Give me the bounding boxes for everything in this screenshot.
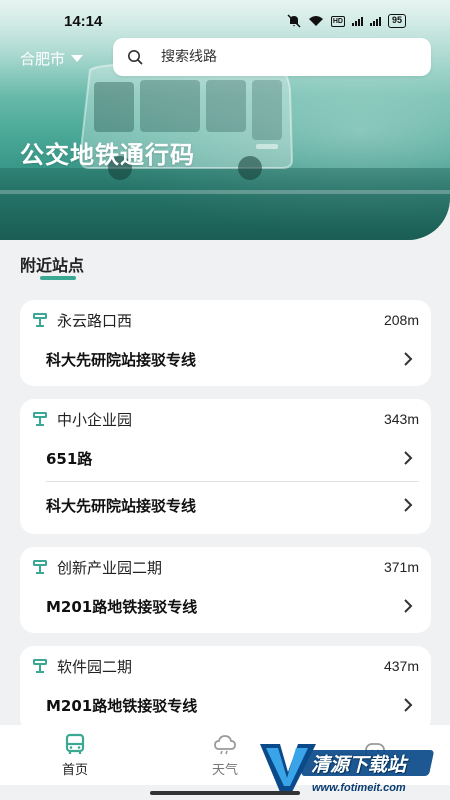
status-bar: 14:14 HD 95 <box>0 0 450 42</box>
station-name: 中小企业园 <box>57 410 133 429</box>
city-picker[interactable]: 合肥市 <box>20 48 84 69</box>
station-distance: 371m <box>383 559 419 575</box>
mute-bell-icon <box>287 14 301 28</box>
chevron-right-icon <box>404 698 413 712</box>
hd-badge: HD <box>330 15 345 27</box>
route-row[interactable]: M201路地铁接驳专线 <box>32 583 419 629</box>
route-row[interactable]: M201路地铁接驳专线 <box>32 682 419 728</box>
search-input[interactable] <box>161 49 391 65</box>
bus-stop-icon <box>33 560 47 574</box>
route-name: 科大先研院站接驳专线 <box>46 350 197 369</box>
nav-label-home: 首页 <box>61 762 88 778</box>
hero-road-line <box>0 190 450 194</box>
section-underline <box>40 276 76 280</box>
bus-stop-icon <box>33 659 47 673</box>
section-title: 附近站点 <box>20 256 85 275</box>
station-name: 软件园二期 <box>57 657 133 676</box>
chevron-right-icon <box>404 352 413 366</box>
station-header: 永云路口西 208m <box>32 300 419 340</box>
wifi-icon <box>308 16 323 26</box>
route-name: M201路地铁接驳专线 <box>46 597 198 616</box>
station-name: 创新产业园二期 <box>57 558 163 577</box>
page-title: 公交地铁通行码 <box>20 141 195 169</box>
nav-item-home[interactable]: 首页 <box>25 733 125 778</box>
bus-icon <box>65 733 85 754</box>
station-card: 软件园二期 437m M201路地铁接驳专线 <box>20 646 431 732</box>
chevron-right-icon <box>404 599 413 613</box>
route-name: M201路地铁接驳专线 <box>46 696 198 715</box>
route-row[interactable]: 科大先研院站接驳专线 <box>32 336 419 382</box>
home-indicator[interactable] <box>150 791 300 795</box>
station-distance: 208m <box>383 312 419 328</box>
signal-icon-1 <box>351 16 363 26</box>
bus-stop-icon <box>33 412 47 426</box>
status-time: 14:14 <box>64 12 103 30</box>
route-name: 科大先研院站接驳专线 <box>46 496 197 515</box>
search-icon <box>128 50 143 65</box>
station-list: 永云路口西 208m 科大先研院站接驳专线 中小企业园 343m 651路 科大… <box>20 300 431 745</box>
status-icons: HD 95 <box>287 14 406 28</box>
station-distance: 437m <box>383 658 419 674</box>
cloud-icon <box>214 734 236 754</box>
station-card: 创新产业园二期 371m M201路地铁接驳专线 <box>20 547 431 633</box>
route-row[interactable]: 科大先研院站接驳专线 <box>32 482 419 528</box>
nav-label-weather: 天气 <box>211 762 238 778</box>
station-card: 永云路口西 208m 科大先研院站接驳专线 <box>20 300 431 386</box>
caret-down-icon <box>71 55 84 62</box>
search-bar[interactable] <box>113 38 431 76</box>
station-name: 永云路口西 <box>57 311 133 330</box>
signal-icon-2 <box>369 16 381 26</box>
chevron-right-icon <box>404 498 413 512</box>
station-header: 中小企业园 343m <box>32 399 419 439</box>
city-label: 合肥市 <box>20 50 66 68</box>
station-header: 创新产业园二期 371m <box>32 547 419 587</box>
bus-stop-icon <box>33 313 47 327</box>
station-card: 中小企业园 343m 651路 科大先研院站接驳专线 <box>20 399 431 534</box>
route-row[interactable]: 651路 <box>32 435 419 481</box>
watermark-url: www.fotimeit.com <box>312 782 406 794</box>
chevron-right-icon <box>404 451 413 465</box>
watermark-title: 清源下载站 <box>311 754 407 776</box>
station-distance: 343m <box>383 411 419 427</box>
station-header: 软件园二期 437m <box>32 646 419 686</box>
route-name: 651路 <box>46 449 93 468</box>
battery-indicator: 95 <box>387 14 406 28</box>
